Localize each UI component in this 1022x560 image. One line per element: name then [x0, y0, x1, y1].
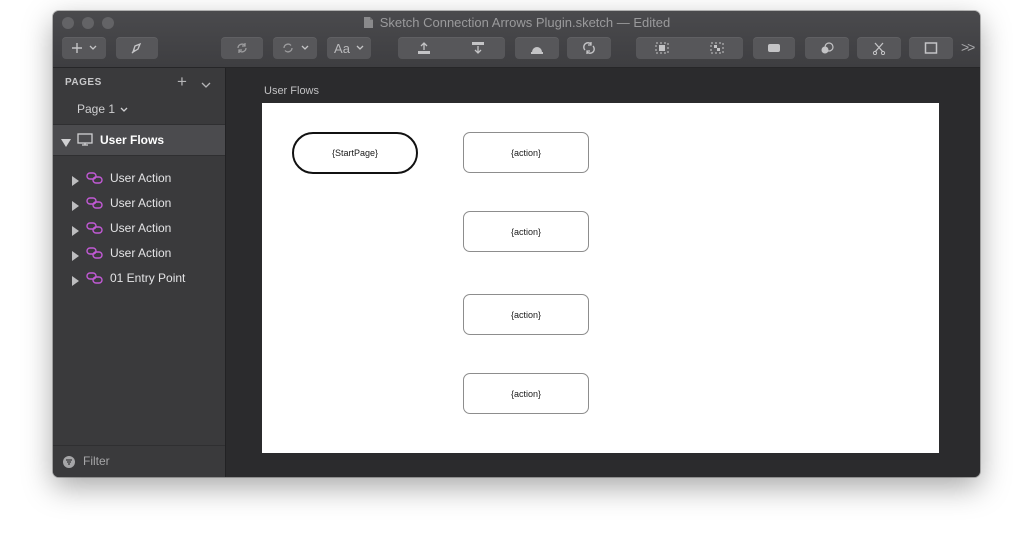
action-node[interactable]: {action} [463, 211, 589, 252]
move-forward-icon[interactable] [416, 41, 432, 55]
filter-icon [62, 455, 76, 474]
move-backward-icon[interactable] [470, 41, 486, 55]
symbol-link-icon [86, 171, 103, 190]
artboard-row-label: User Flows [100, 133, 165, 147]
disclosure-right-icon[interactable] [72, 273, 79, 291]
collapse-pages-icon[interactable] [201, 76, 211, 94]
action-node[interactable]: {action} [463, 294, 589, 335]
union-button[interactable] [753, 37, 795, 59]
layer-row[interactable]: 01 Entry Point [53, 266, 225, 291]
layer-row[interactable]: User Action [53, 241, 225, 266]
disclosure-right-icon[interactable] [72, 248, 79, 266]
sync-icon [581, 41, 597, 55]
monitor-icon [77, 133, 93, 151]
action-node[interactable]: {action} [463, 373, 589, 414]
insert-button[interactable] [62, 37, 106, 59]
layer-label: User Action [110, 171, 172, 185]
filter-bar[interactable]: Filter [53, 445, 225, 477]
transform-button[interactable] [273, 37, 317, 59]
link-button[interactable] [515, 37, 559, 59]
add-page-icon[interactable]: + [177, 72, 187, 92]
transform-icon [281, 41, 295, 55]
symbol-link-icon [86, 246, 103, 265]
disclosure-right-icon[interactable] [72, 198, 79, 216]
rotate-button[interactable] [221, 37, 263, 59]
layer-label: User Action [110, 246, 172, 260]
layer-label: User Action [110, 221, 172, 235]
artboard[interactable]: {StartPage} {action} {action} {action} {… [262, 103, 939, 453]
layer-label: 01 Entry Point [110, 271, 186, 285]
disclosure-right-icon[interactable] [72, 223, 79, 241]
canvas[interactable]: User Flows {StartPage} {action} {action}… [226, 68, 980, 477]
symbol-link-icon [86, 196, 103, 215]
rotate-icon [235, 41, 249, 55]
plus-icon [71, 42, 83, 54]
artboard-title[interactable]: User Flows [264, 85, 319, 97]
document-icon [363, 16, 374, 32]
align-group [398, 37, 505, 59]
edit-button[interactable] [116, 37, 158, 59]
pages-header: PAGES [65, 77, 102, 88]
group-buttons [636, 37, 743, 59]
group-icon[interactable] [654, 41, 670, 55]
layer-row[interactable]: User Action [53, 166, 225, 191]
window-title-text: Sketch Connection Arrows Plugin.sketch —… [379, 15, 671, 30]
scissors-icon [872, 41, 886, 55]
flatten-button[interactable] [805, 37, 849, 59]
chevron-down-icon [301, 45, 309, 51]
app-window: Sketch Connection Arrows Plugin.sketch —… [53, 11, 980, 477]
pen-icon [130, 41, 144, 55]
artboard-row-user-flows[interactable]: User Flows [53, 124, 225, 156]
toolbar-overflow-icon[interactable]: >> [961, 39, 975, 55]
chevron-down-icon [356, 45, 364, 51]
mask-icon [529, 41, 545, 55]
disclosure-down-icon[interactable] [61, 134, 71, 152]
window-title: Sketch Connection Arrows Plugin.sketch —… [53, 15, 980, 32]
layer-row[interactable]: User Action [53, 216, 225, 241]
title-bar: Sketch Connection Arrows Plugin.sketch —… [53, 11, 980, 68]
layer-row[interactable]: User Action [53, 191, 225, 216]
font-label: Aa [334, 40, 350, 56]
artboard-button[interactable] [909, 37, 953, 59]
layers-icon [819, 41, 835, 55]
action-node[interactable]: {action} [463, 132, 589, 173]
page-selector-label: Page 1 [77, 102, 116, 116]
chevron-down-icon [89, 45, 97, 51]
ungroup-icon[interactable] [709, 41, 725, 55]
filter-label: Filter [83, 454, 110, 468]
sync-button[interactable] [567, 37, 611, 59]
symbol-link-icon [86, 221, 103, 240]
rounded-rect-icon [766, 41, 782, 55]
start-node[interactable]: {StartPage} [292, 132, 418, 174]
page-selector[interactable]: Page 1 [77, 102, 128, 116]
frame-icon [923, 41, 939, 55]
layer-label: User Action [110, 196, 172, 210]
text-style-button[interactable]: Aa [327, 37, 371, 59]
scissors-button[interactable] [857, 37, 901, 59]
layers-sidebar: PAGES + Page 1 User Flows User Action Us… [53, 68, 226, 477]
symbol-link-icon [86, 271, 103, 290]
disclosure-right-icon[interactable] [72, 173, 79, 191]
